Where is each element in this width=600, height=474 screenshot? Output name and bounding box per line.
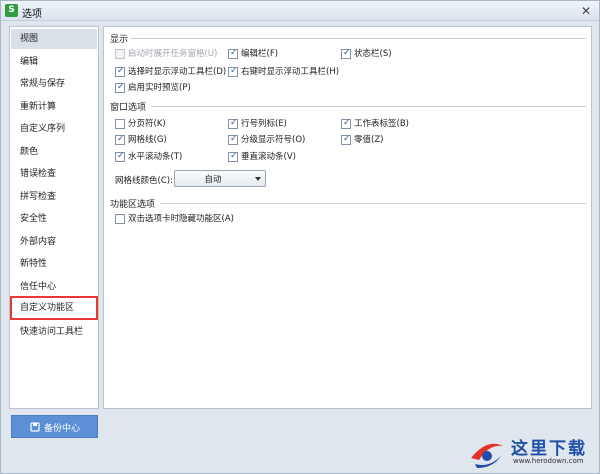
checkbox-box xyxy=(228,48,238,59)
checkbox-box xyxy=(115,214,125,224)
checkbox-label: 启用实时预览(P) xyxy=(128,83,191,93)
checkbox-label: 工作表标签(B) xyxy=(354,119,409,129)
backup-center-label: 备份中心 xyxy=(44,424,81,434)
title-bar[interactable]: S 选项 ✕ xyxy=(1,1,599,21)
checkbox-box xyxy=(228,134,238,145)
sidebar-item-security[interactable]: 安全性 xyxy=(11,209,97,229)
chevron-down-icon xyxy=(255,177,261,181)
close-button[interactable]: ✕ xyxy=(579,4,593,18)
ribbon-options-section-title: 功能区选项 xyxy=(110,200,156,210)
checkbox-box xyxy=(228,118,238,129)
sidebar-item-view[interactable]: 视图 xyxy=(11,29,97,49)
checkbox-box xyxy=(228,66,238,77)
checkbox-label: 垂直滚动条(V) xyxy=(241,152,296,162)
checkbox-box xyxy=(341,48,351,59)
sidebar-item-recalculate[interactable]: 重新计算 xyxy=(11,97,97,117)
checkbox-box xyxy=(341,118,351,129)
checkbox-box xyxy=(115,66,125,77)
sidebar-item-quick-access-toolbar[interactable]: 快速访问工具栏 xyxy=(11,322,97,342)
site-logo-icon xyxy=(471,443,503,468)
gridline-color-label: 网格线颜色(C): xyxy=(115,176,173,186)
checkbox-label: 右键时显示浮动工具栏(H) xyxy=(241,67,340,77)
checkbox-label: 网格线(G) xyxy=(128,135,167,145)
ribbon-options-section-divider xyxy=(160,203,586,204)
options-content-panel: 显示 启动时展开任务窗格(U) 编辑栏(F) 状态栏(S) 选择时显示浮动工具栏… xyxy=(103,26,592,409)
checkbox-label: 编辑栏(F) xyxy=(241,49,279,59)
sidebar-item-color[interactable]: 颜色 xyxy=(11,142,97,162)
checkbox-label: 启动时展开任务窗格(U) xyxy=(128,49,218,59)
sidebar-item-error-check[interactable]: 错误检查 xyxy=(11,164,97,184)
checkbox-box xyxy=(115,82,125,93)
sidebar-item-customize-ribbon[interactable]: 自定义功能区 xyxy=(10,296,98,320)
checkbox-label: 双击选项卡时隐藏功能区(A) xyxy=(128,214,234,224)
checkbox-label: 分页符(K) xyxy=(128,119,166,129)
sidebar-item-custom-lists[interactable]: 自定义序列 xyxy=(11,119,97,139)
close-icon: ✕ xyxy=(580,4,592,18)
checkbox-box xyxy=(115,151,125,162)
watermark-url: www.herodown.com xyxy=(513,457,584,465)
checkbox-label: 选择时显示浮动工具栏(D) xyxy=(128,67,227,77)
checkbox-box xyxy=(115,119,125,129)
checkbox-label: 状态栏(S) xyxy=(354,49,392,59)
window-options-section-divider xyxy=(151,106,586,107)
app-icon: S xyxy=(5,4,18,17)
sidebar-item-external-content[interactable]: 外部内容 xyxy=(11,232,97,252)
gridline-color-select[interactable]: 自动 xyxy=(174,170,266,187)
window-options-section-title: 窗口选项 xyxy=(110,103,147,113)
window-title: 选项 xyxy=(22,9,42,20)
site-watermark: 这里下载 www.herodown.com xyxy=(467,432,597,472)
checkbox-label: 水平滚动条(T) xyxy=(128,152,183,162)
checkbox-label: 零值(Z) xyxy=(354,135,384,145)
sidebar-item-general-save[interactable]: 常规与保存 xyxy=(11,74,97,94)
watermark-title: 这里下载 xyxy=(511,439,587,459)
backup-icon xyxy=(30,422,40,432)
display-section-divider xyxy=(131,38,586,39)
checkbox-box xyxy=(228,151,238,162)
options-dialog: S 选项 ✕ 视图 编辑 常规与保存 重新计算 自定义序列 颜色 错误检查 拼写… xyxy=(0,0,600,474)
checkbox-label: 分级显示符号(O) xyxy=(241,135,306,145)
checkbox-label: 行号列标(E) xyxy=(241,119,288,129)
sidebar-item-spell-check[interactable]: 拼写检查 xyxy=(11,187,97,207)
checkbox-box xyxy=(341,134,351,145)
display-section-title: 显示 xyxy=(110,35,129,45)
options-sidebar: 视图 编辑 常规与保存 重新计算 自定义序列 颜色 错误检查 拼写检查 安全性 … xyxy=(9,26,99,409)
sidebar-item-trust-center[interactable]: 信任中心 xyxy=(11,277,97,297)
sidebar-item-new-features[interactable]: 新特性 xyxy=(11,254,97,274)
backup-center-button[interactable]: 备份中心 xyxy=(11,415,98,438)
sidebar-item-edit[interactable]: 编辑 xyxy=(11,52,97,72)
checkbox-box xyxy=(115,49,125,59)
gridline-color-value: 自动 xyxy=(204,175,222,185)
checkbox-box xyxy=(115,134,125,145)
